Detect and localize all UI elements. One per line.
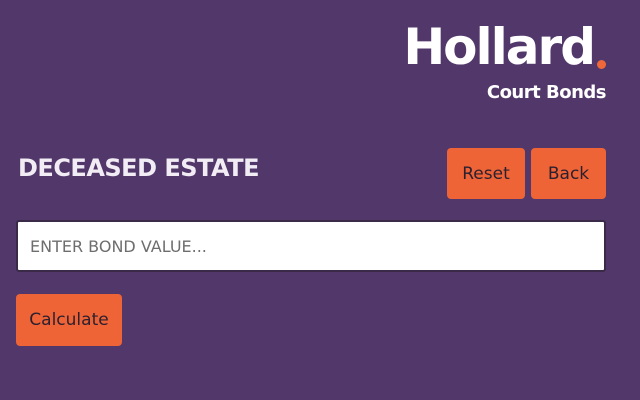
page-title: DECEASED ESTATE — [18, 154, 260, 182]
logo-wordmark: Hollard — [403, 18, 596, 76]
calculate-button[interactable]: Calculate — [16, 294, 122, 346]
brand: Hollard Court Bonds — [403, 22, 606, 103]
page: Hollard Court Bonds DECEASED ESTATE Rese… — [0, 0, 640, 400]
reset-button[interactable]: Reset — [447, 148, 525, 199]
hollard-logo: Hollard — [403, 22, 606, 72]
brand-subtitle: Court Bonds — [486, 82, 607, 103]
bond-value-input[interactable] — [16, 220, 606, 272]
back-button[interactable]: Back — [531, 148, 606, 199]
logo-dot-icon — [597, 60, 606, 69]
